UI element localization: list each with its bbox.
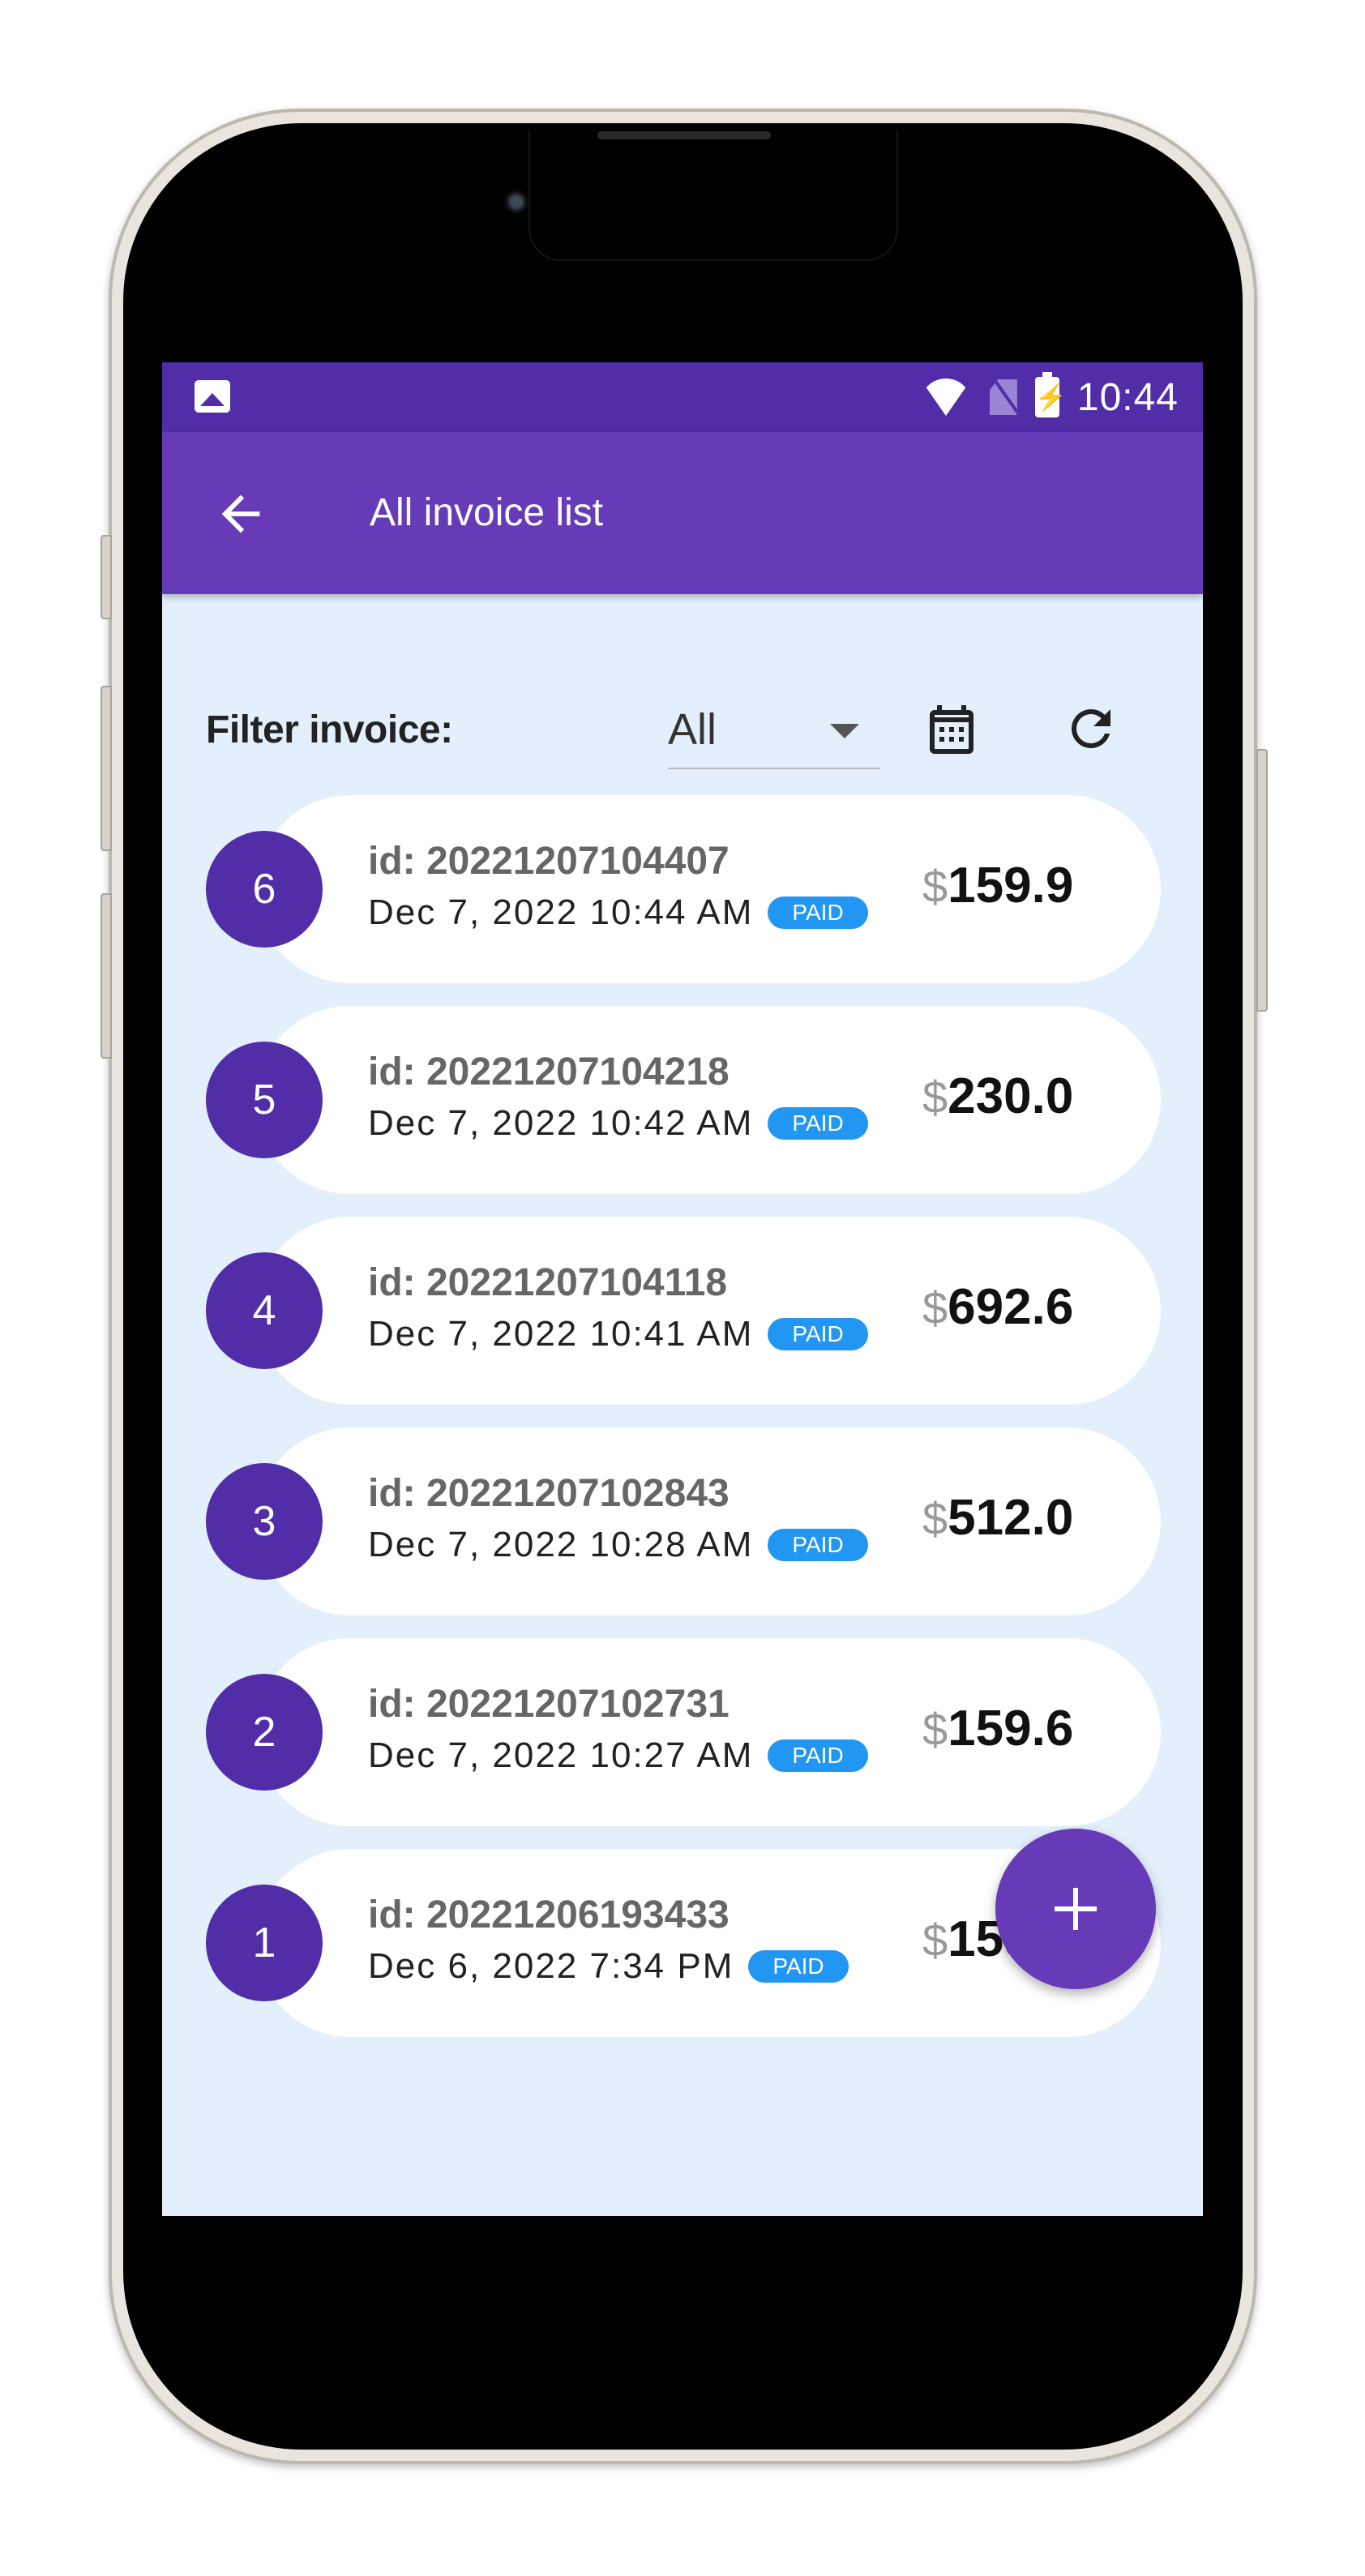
invoice-number-avatar: 6 <box>206 831 323 948</box>
gallery-icon <box>195 380 230 413</box>
invoice-date-line: Dec 7, 2022 10:42 AM PAID <box>368 1103 868 1144</box>
notch <box>528 130 898 261</box>
status-badge: PAID <box>768 1107 868 1140</box>
front-camera <box>504 190 528 214</box>
filter-selected-value: All <box>668 705 717 754</box>
invoice-date: Dec 7, 2022 10:27 AM <box>368 1735 754 1775</box>
no-sim-icon <box>989 379 1017 415</box>
filter-row: Filter invoice: All <box>162 675 1203 781</box>
invoice-row[interactable]: 3 id: 20221207102843 Dec 7, 2022 10:28 A… <box>162 1427 1203 1615</box>
power-button <box>1256 749 1268 1012</box>
status-time: 10:44 <box>1076 375 1179 419</box>
status-badge: PAID <box>768 896 868 929</box>
filter-dropdown[interactable]: All <box>668 687 880 769</box>
currency-symbol: $ <box>922 861 948 912</box>
mute-switch <box>101 535 112 619</box>
invoice-id: id: 20221207104218 <box>368 1051 730 1093</box>
invoice-date: Dec 7, 2022 10:44 AM <box>368 892 754 932</box>
status-badge: PAID <box>768 1318 868 1350</box>
battery-charging-icon: ⚡ <box>1034 372 1068 417</box>
invoice-amount: $692.6 <box>922 1278 1073 1336</box>
invoice-row[interactable]: 2 id: 20221207102731 Dec 7, 2022 10:27 A… <box>162 1638 1203 1826</box>
status-bar: ⚡ 10:44 <box>162 362 1203 432</box>
invoice-number-avatar: 1 <box>206 1885 323 2001</box>
volume-down-button <box>101 893 112 1059</box>
invoice-date: Dec 7, 2022 10:42 AM <box>368 1103 754 1143</box>
invoice-amount: $159.9 <box>922 857 1073 914</box>
invoice-number-avatar: 3 <box>206 1463 323 1580</box>
amount-value: 692.6 <box>948 1279 1074 1335</box>
filter-label: Filter invoice: <box>206 708 453 751</box>
status-badge: PAID <box>768 1739 868 1772</box>
invoice-date-line: Dec 6, 2022 7:34 PM PAID <box>368 1946 849 1987</box>
amount-value: 230.0 <box>948 1068 1074 1124</box>
volume-up-button <box>101 686 112 851</box>
invoice-date: Dec 6, 2022 7:34 PM <box>368 1946 734 1986</box>
invoice-date-line: Dec 7, 2022 10:41 AM PAID <box>368 1314 868 1354</box>
currency-symbol: $ <box>922 1915 948 1966</box>
invoice-id: id: 20221207102731 <box>368 1683 730 1726</box>
currency-symbol: $ <box>922 1493 948 1544</box>
invoice-number-avatar: 2 <box>206 1674 323 1791</box>
add-invoice-button[interactable] <box>995 1829 1156 1989</box>
invoice-id: id: 20221207104118 <box>368 1261 728 1304</box>
invoice-row[interactable]: 5 id: 20221207104218 Dec 7, 2022 10:42 A… <box>162 1006 1203 1194</box>
calendar-icon[interactable] <box>922 700 981 760</box>
dropdown-caret-icon <box>830 724 859 738</box>
status-badge: PAID <box>748 1950 849 1983</box>
currency-symbol: $ <box>922 1704 948 1755</box>
invoice-date: Dec 7, 2022 10:28 AM <box>368 1525 754 1564</box>
wifi-icon <box>919 379 972 416</box>
invoice-date-line: Dec 7, 2022 10:44 AM PAID <box>368 892 868 933</box>
invoice-amount: $230.0 <box>922 1068 1073 1125</box>
arrow-back-icon[interactable] <box>212 486 269 542</box>
app-screen: ⚡ 10:44 All invoice list Filter invoice:… <box>162 362 1203 2216</box>
invoice-row[interactable]: 4 id: 20221207104118 Dec 7, 2022 10:41 A… <box>162 1217 1203 1405</box>
invoice-id: id: 20221207104407 <box>368 840 730 883</box>
refresh-icon[interactable] <box>1062 700 1120 758</box>
invoice-row[interactable]: 6 id: 20221207104407 Dec 7, 2022 10:44 A… <box>162 795 1203 983</box>
currency-symbol: $ <box>922 1282 948 1333</box>
amount-value: 159.9 <box>948 858 1074 914</box>
invoice-amount: $512.0 <box>922 1489 1073 1547</box>
status-badge: PAID <box>768 1529 868 1561</box>
invoice-id: id: 20221206193433 <box>368 1893 730 1936</box>
amount-value: 159.6 <box>948 1701 1074 1757</box>
app-bar: All invoice list <box>162 432 1203 594</box>
invoice-number-avatar: 5 <box>206 1042 323 1158</box>
invoice-date: Dec 7, 2022 10:41 AM <box>368 1314 754 1354</box>
invoice-number-avatar: 4 <box>206 1252 323 1369</box>
amount-value: 512.0 <box>948 1490 1074 1546</box>
invoice-id: id: 20221207102843 <box>368 1472 730 1515</box>
invoice-amount: $159.6 <box>922 1700 1073 1757</box>
invoice-date-line: Dec 7, 2022 10:27 AM PAID <box>368 1735 868 1776</box>
currency-symbol: $ <box>922 1072 948 1123</box>
invoice-date-line: Dec 7, 2022 10:28 AM PAID <box>368 1525 868 1565</box>
page-title: All invoice list <box>370 491 604 534</box>
